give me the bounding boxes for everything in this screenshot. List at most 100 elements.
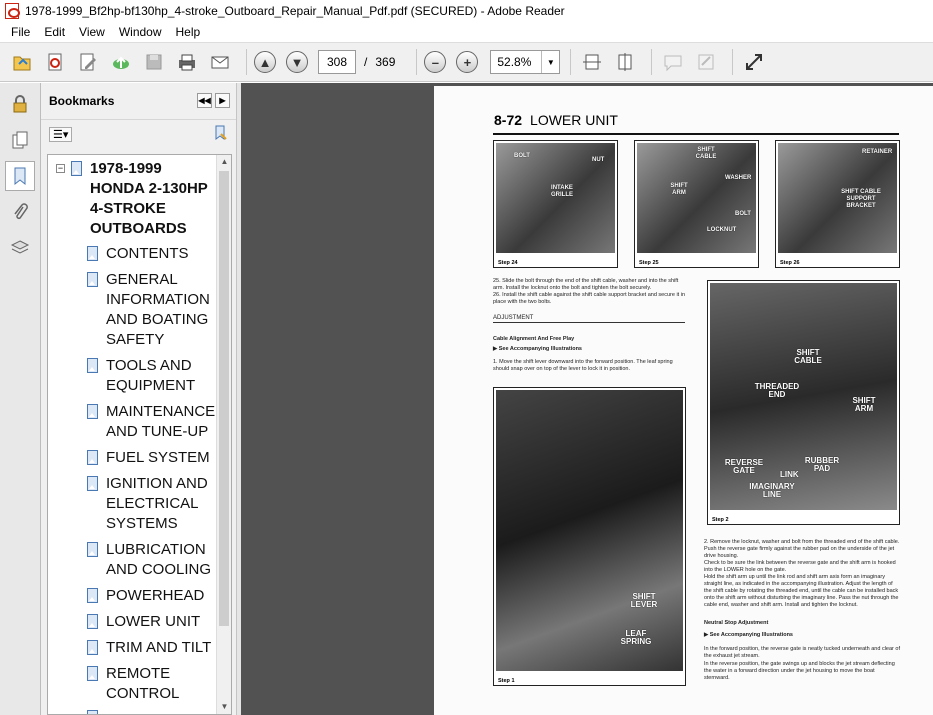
close-panel-icon[interactable]: ▶ bbox=[215, 93, 230, 108]
callout: SHIFT ARM bbox=[852, 396, 876, 413]
bookmark-item[interactable]: MAINTENANCE AND TUNE-UP bbox=[86, 402, 221, 442]
find-bookmark-icon[interactable] bbox=[212, 125, 228, 144]
bookmark-icon bbox=[86, 246, 98, 261]
photo-step24: BOLT NUT INTAKE GRILLE Step 24 bbox=[493, 140, 618, 268]
paragraph: 1. Move the shift lever downward into th… bbox=[493, 359, 673, 372]
collapse-panel-icon[interactable]: ◀◀ bbox=[197, 93, 212, 108]
callout: RUBBER PAD bbox=[804, 456, 840, 473]
bookmarks-scrollbar[interactable]: ▲ ▼ bbox=[216, 155, 231, 714]
zoom-value: 52.8% bbox=[497, 55, 532, 69]
callout: SHIFT LEVER bbox=[630, 592, 658, 609]
photo-caption: Step 2 bbox=[712, 517, 729, 523]
menu-view[interactable]: View bbox=[72, 25, 112, 39]
attachments-icon[interactable] bbox=[5, 197, 35, 227]
bookmark-icon bbox=[86, 666, 98, 681]
subheading: ADJUSTMENT bbox=[493, 315, 685, 323]
photo-step2: SHIFT CABLE THREADED END SHIFT ARM REVER… bbox=[707, 280, 900, 525]
bookmarks-panel-icon[interactable] bbox=[5, 161, 35, 191]
bookmark-icon bbox=[86, 358, 98, 373]
fit-width-icon[interactable] bbox=[578, 48, 606, 76]
bookmark-icon bbox=[86, 542, 98, 557]
menu-help[interactable]: Help bbox=[169, 25, 208, 39]
photo-step25: SHIFT CABLE WASHER SHIFT ARM BOLT LOCKNU… bbox=[634, 140, 759, 268]
header-rule bbox=[493, 133, 899, 135]
bookmark-item[interactable]: FUEL SYSTEM bbox=[86, 448, 221, 468]
open-icon[interactable] bbox=[8, 48, 36, 76]
document-viewer[interactable]: 8-72 LOWER UNIT BOLT NUT INTAKE GRILLE St… bbox=[241, 83, 933, 715]
comment-icon[interactable] bbox=[659, 48, 687, 76]
bookmark-icon bbox=[86, 710, 98, 714]
page-number-input[interactable]: 308 bbox=[318, 50, 356, 74]
bookmark-item[interactable]: GENERAL INFORMATION AND BOATING SAFETY bbox=[86, 270, 221, 350]
print-icon[interactable] bbox=[173, 48, 201, 76]
zoom-select[interactable]: 52.8% ▼ bbox=[490, 50, 561, 74]
bookmark-label: FUEL SYSTEM bbox=[106, 449, 210, 466]
bookmark-item[interactable]: REMOTE CONTROL bbox=[86, 664, 221, 704]
callout: BOLT bbox=[514, 153, 530, 159]
expand-icon[interactable] bbox=[740, 48, 768, 76]
menu-window[interactable]: Window bbox=[112, 25, 169, 39]
bookmark-label: MAINTENANCE AND TUNE-UP bbox=[106, 403, 216, 440]
callout: RETAINER bbox=[862, 149, 893, 155]
next-page-icon[interactable]: ▼ bbox=[286, 51, 308, 73]
callout: INTAKE GRILLE bbox=[551, 185, 573, 198]
title-bar: 1978-1999_Bf2hp-bf130hp_4-stroke_Outboar… bbox=[0, 0, 933, 22]
bookmark-item[interactable]: LOWER UNIT bbox=[86, 612, 221, 632]
callout: NUT bbox=[592, 157, 605, 163]
bookmark-item[interactable]: POWERHEAD bbox=[86, 586, 221, 606]
separator bbox=[651, 49, 653, 75]
page-number: 8-72 bbox=[494, 112, 523, 128]
email-icon[interactable] bbox=[206, 48, 234, 76]
previous-page-icon[interactable]: ▲ bbox=[254, 51, 276, 73]
menu-bar: File Edit View Window Help bbox=[0, 22, 933, 42]
photo-caption: Step 25 bbox=[639, 260, 659, 266]
save-icon[interactable] bbox=[140, 48, 168, 76]
callout: WASHER bbox=[725, 175, 752, 181]
bookmark-item[interactable]: IGNITION AND ELECTRICAL SYSTEMS bbox=[86, 474, 221, 534]
sign-icon[interactable] bbox=[692, 48, 720, 76]
bookmark-icon bbox=[86, 450, 98, 465]
bookmark-icon bbox=[86, 404, 98, 419]
paragraph: 25. Slide the bolt through the end of th… bbox=[493, 278, 679, 291]
photo-caption: Step 26 bbox=[780, 260, 800, 266]
separator bbox=[416, 49, 418, 75]
create-pdf-icon[interactable] bbox=[41, 48, 69, 76]
photo-caption: Step 1 bbox=[498, 678, 515, 684]
zoom-out-icon[interactable]: – bbox=[424, 51, 447, 73]
lock-icon[interactable] bbox=[5, 89, 35, 119]
bookmark-root[interactable]: − 1978-1999 HONDA 2-130HP 4-STROKE OUTBO… bbox=[56, 159, 218, 239]
pages-icon[interactable] bbox=[5, 125, 35, 155]
photo-step26: RETAINER SHIFT CABLE SUPPORT BRACKET Ste… bbox=[775, 140, 900, 268]
cloud-upload-icon[interactable] bbox=[107, 48, 135, 76]
bookmark-icon bbox=[70, 161, 82, 176]
layers-icon[interactable] bbox=[5, 233, 35, 263]
menu-edit[interactable]: Edit bbox=[37, 25, 72, 39]
photo-image bbox=[496, 390, 683, 671]
bookmark-item[interactable]: TRIM AND TILT bbox=[86, 638, 221, 658]
collapse-icon[interactable]: − bbox=[56, 164, 65, 173]
bookmark-icon bbox=[86, 272, 98, 287]
edit-icon[interactable] bbox=[74, 48, 102, 76]
subheading: Neutral Stop Adjustment bbox=[704, 620, 769, 626]
bookmark-item[interactable] bbox=[86, 708, 98, 714]
bookmark-item[interactable]: TOOLS AND EQUIPMENT bbox=[86, 356, 221, 396]
menu-file[interactable]: File bbox=[4, 25, 37, 39]
scroll-up-icon[interactable]: ▲ bbox=[217, 155, 231, 169]
callout: LEAF SPRING bbox=[620, 629, 652, 646]
separator bbox=[732, 49, 734, 75]
scroll-down-icon[interactable]: ▼ bbox=[217, 700, 231, 714]
chevron-down-icon[interactable]: ▼ bbox=[541, 51, 559, 73]
bookmark-item[interactable]: LUBRICATION AND COOLING bbox=[86, 540, 221, 580]
bookmark-item[interactable]: CONTENTS bbox=[86, 244, 221, 264]
scroll-thumb[interactable] bbox=[219, 171, 229, 626]
section-title: LOWER UNIT bbox=[530, 112, 618, 128]
paragraph: In the forward position, the reverse gat… bbox=[704, 646, 900, 659]
bookmark-options-icon[interactable]: ☰▾ bbox=[49, 127, 73, 142]
fit-page-icon[interactable] bbox=[611, 48, 639, 76]
page-total: 369 bbox=[375, 55, 396, 69]
bookmark-icon bbox=[86, 476, 98, 491]
callout: SHIFT ARM bbox=[670, 183, 688, 196]
paragraph: 2. Remove the locknut, washer and bolt f… bbox=[704, 539, 900, 559]
zoom-in-icon[interactable]: + bbox=[456, 51, 479, 73]
callout: IMAGINARY LINE bbox=[749, 482, 795, 499]
